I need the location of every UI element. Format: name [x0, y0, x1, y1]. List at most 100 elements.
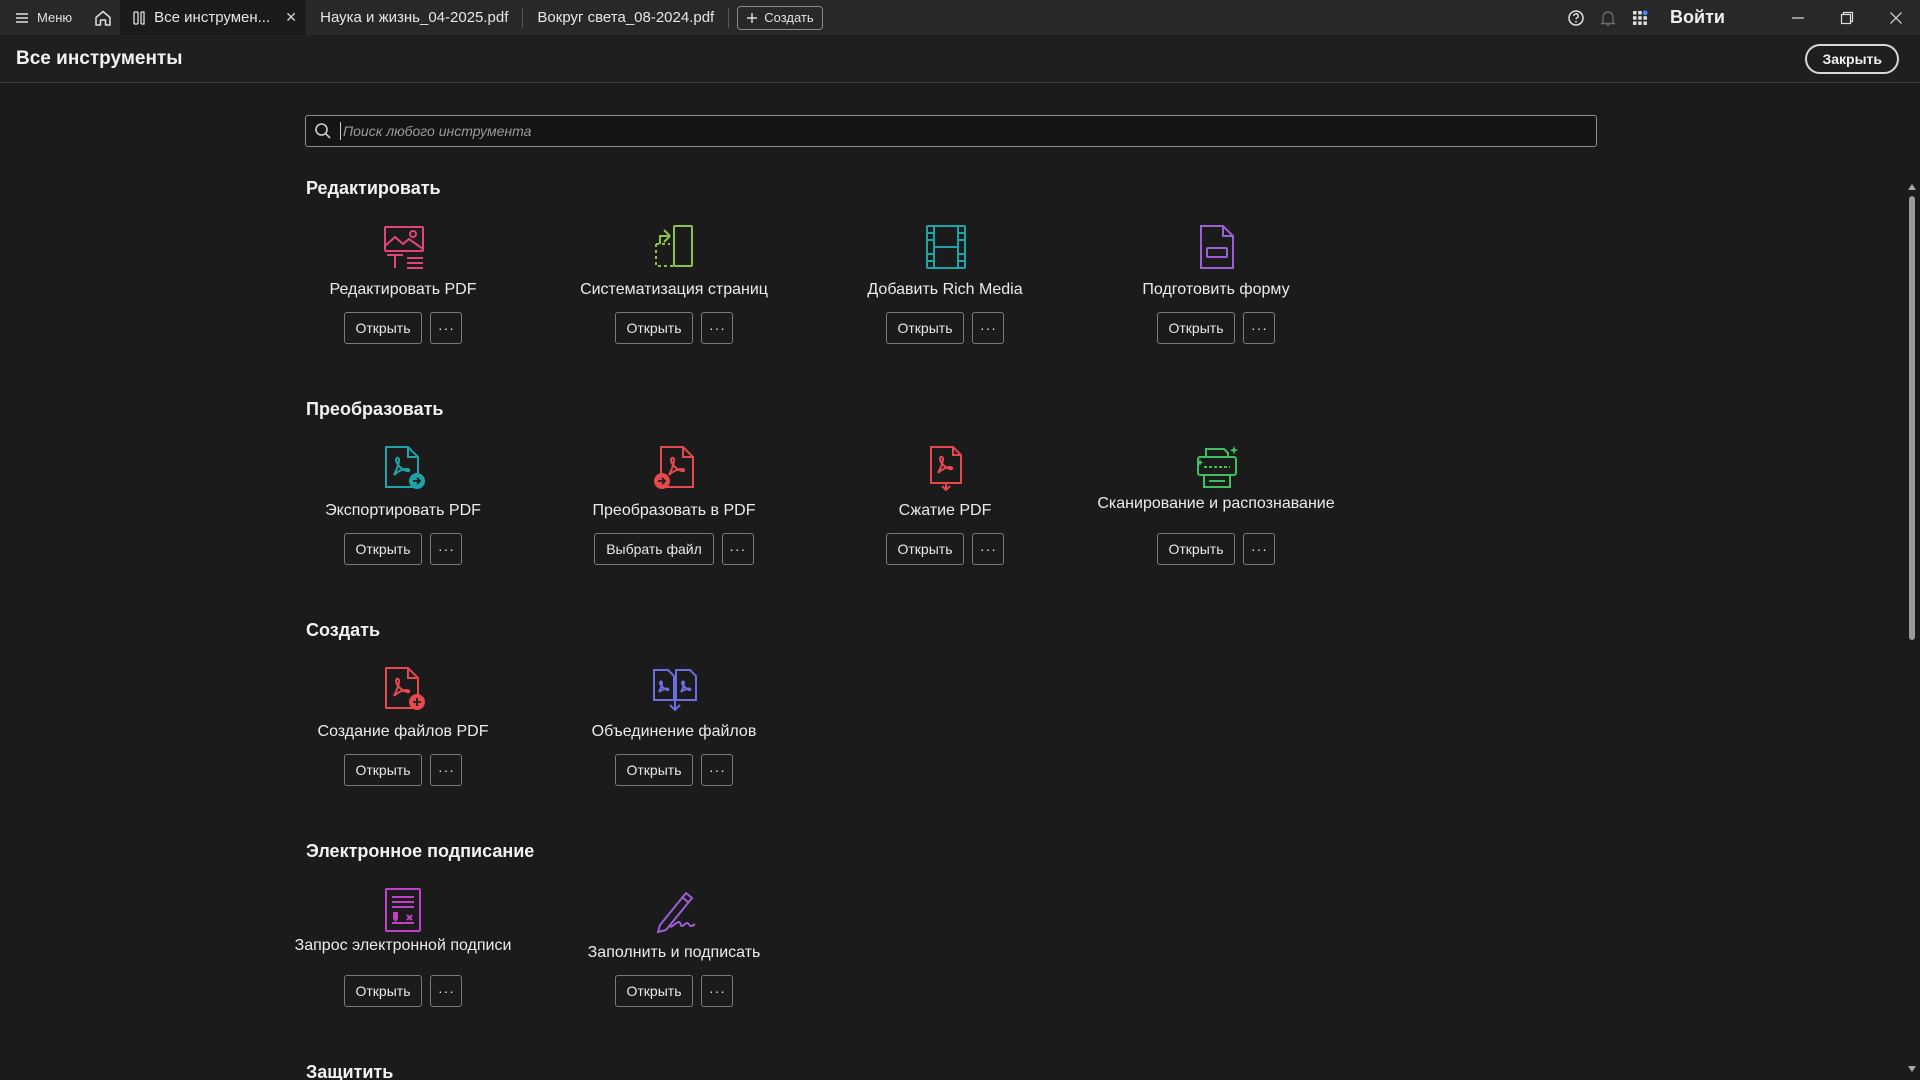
more-options-button[interactable]: ···: [972, 533, 1005, 565]
vertical-scrollbar[interactable]: [1905, 84, 1920, 1080]
scroll-down-arrow-icon[interactable]: [1908, 1066, 1916, 1072]
rich-media-icon: [923, 224, 969, 270]
close-window-button[interactable]: [1871, 0, 1920, 35]
open-button[interactable]: Открыть: [343, 533, 423, 565]
more-options-button[interactable]: ···: [701, 754, 734, 786]
select-file-button[interactable]: Выбрать файл: [594, 533, 714, 565]
combine-files-icon: [652, 666, 698, 712]
scroll-thumb[interactable]: [1909, 196, 1915, 640]
more-options-button[interactable]: ···: [430, 975, 463, 1007]
tool-actions: Открыть ···: [1086, 533, 1346, 565]
search-box[interactable]: [305, 115, 1597, 147]
apps-grid-icon: [1633, 9, 1648, 25]
open-button[interactable]: Открыть: [343, 975, 423, 1007]
request-esign-icon: [381, 887, 427, 933]
tool-actions: Открыть ···: [544, 754, 804, 786]
section-title: Электронное подписание: [306, 841, 535, 861]
help-button[interactable]: [1560, 0, 1592, 35]
organize-pages-icon: [652, 224, 698, 270]
section-convert: Преобразовать Экспортировать PDF Открыть…: [306, 399, 1606, 565]
more-options-button[interactable]: ···: [972, 312, 1005, 344]
open-button[interactable]: Открыть: [343, 312, 423, 344]
restore-icon: [1840, 11, 1853, 24]
tool-name: Преобразовать в PDF: [592, 502, 756, 519]
tool-actions: Открыть ···: [1086, 312, 1346, 344]
notifications-button[interactable]: [1592, 0, 1624, 35]
restore-button[interactable]: [1822, 0, 1871, 35]
section-title: Редактировать: [306, 178, 441, 198]
open-button[interactable]: Открыть: [1156, 533, 1236, 565]
section-esign: Электронное подписание Запрос электронно…: [295, 841, 1606, 1007]
close-tab-icon[interactable]: ✕: [284, 9, 298, 26]
tab-label: Наука и жизнь_04-2025.pdf: [320, 9, 509, 26]
create-button[interactable]: Создать: [737, 5, 823, 30]
hamburger-icon: [16, 12, 28, 23]
title-bar: Меню Все инструмен... ✕ Наука и жизнь_04…: [0, 0, 1920, 35]
open-button[interactable]: Открыть: [885, 533, 965, 565]
bell-icon: [1600, 10, 1616, 26]
open-button[interactable]: Открыть: [1156, 312, 1236, 344]
home-icon: [95, 10, 111, 26]
tool-actions: Выбрать файл ···: [544, 533, 804, 565]
section-create: Создать Создание файлов PDF Открыть ··· …: [306, 620, 1606, 786]
more-options-button[interactable]: ···: [701, 312, 734, 344]
search-icon: [315, 123, 331, 139]
tool-name: Сжатие PDF: [898, 502, 992, 519]
compress-pdf-icon: [923, 445, 969, 492]
section-edit: Редактировать Редактировать PDF Открыть …: [306, 178, 1606, 344]
scan-ocr-icon: [1194, 445, 1240, 491]
page-title: Все инструменты: [16, 47, 183, 69]
export-pdf-icon: [381, 445, 427, 491]
open-button[interactable]: Открыть: [343, 754, 423, 786]
tool-actions: Открыть ···: [544, 975, 804, 1007]
menu-label: Меню: [37, 10, 73, 25]
scroll-up-arrow-icon[interactable]: [1908, 184, 1916, 190]
more-options-button[interactable]: ···: [430, 754, 463, 786]
create-pdf-icon: [381, 666, 427, 712]
more-options-button[interactable]: ···: [430, 533, 463, 565]
convert-to-pdf-icon: [652, 445, 698, 491]
page-header: Все инструменты Закрыть: [0, 35, 1920, 83]
menu-button[interactable]: Меню: [0, 0, 86, 35]
more-options-button[interactable]: ···: [1243, 312, 1276, 344]
tool-actions: Открыть ···: [815, 312, 1075, 344]
tool-name: Объединение файлов: [591, 723, 757, 740]
create-label: Создать: [764, 10, 814, 25]
more-options-button[interactable]: ···: [1243, 533, 1276, 565]
section-title: Создать: [306, 620, 381, 640]
tools-panel: Редактировать Редактировать PDF Открыть …: [0, 84, 1905, 1080]
open-button[interactable]: Открыть: [614, 754, 694, 786]
apps-button[interactable]: [1624, 0, 1656, 35]
section-title: Защитить: [306, 1062, 394, 1080]
tool-actions: Открыть ···: [273, 533, 533, 565]
edit-pdf-icon: [381, 224, 427, 270]
tool-actions: Открыть ···: [273, 975, 533, 1007]
tab-document[interactable]: Наука и жизнь_04-2025.pdf: [306, 0, 522, 35]
titlebar-actions: Войти: [1560, 0, 1920, 35]
tab-document[interactable]: Вокруг света_08-2024.pdf: [523, 0, 728, 35]
more-options-button[interactable]: ···: [721, 533, 754, 565]
tool-name: Систематизация страниц: [580, 281, 768, 298]
tool-name: Добавить Rich Media: [867, 281, 1023, 298]
tool-name: Редактировать PDF: [329, 281, 477, 298]
tool-actions: Открыть ···: [544, 312, 804, 344]
open-button[interactable]: Открыть: [885, 312, 965, 344]
open-button[interactable]: Открыть: [614, 312, 694, 344]
home-button[interactable]: [86, 0, 120, 35]
minimize-icon: [1791, 16, 1804, 19]
help-icon: [1568, 9, 1584, 26]
tab-all-tools[interactable]: Все инструмен... ✕: [120, 0, 307, 35]
more-options-button[interactable]: ···: [430, 312, 463, 344]
minimize-button[interactable]: [1773, 0, 1822, 35]
open-button[interactable]: Открыть: [614, 975, 694, 1007]
tool-actions: Открыть ···: [815, 533, 1075, 565]
tool-name: Подготовить форму: [1142, 281, 1290, 298]
tool-name: Запрос электронной подписи: [294, 937, 512, 954]
more-options-button[interactable]: ···: [701, 975, 734, 1007]
signin-button[interactable]: Войти: [1656, 7, 1773, 28]
search-input[interactable]: [340, 122, 1540, 140]
section-title: Преобразовать: [306, 399, 444, 419]
fill-sign-icon: [652, 887, 698, 934]
close-tools-button[interactable]: Закрыть: [1805, 44, 1899, 74]
tool-name: Экспортировать PDF: [325, 502, 481, 519]
